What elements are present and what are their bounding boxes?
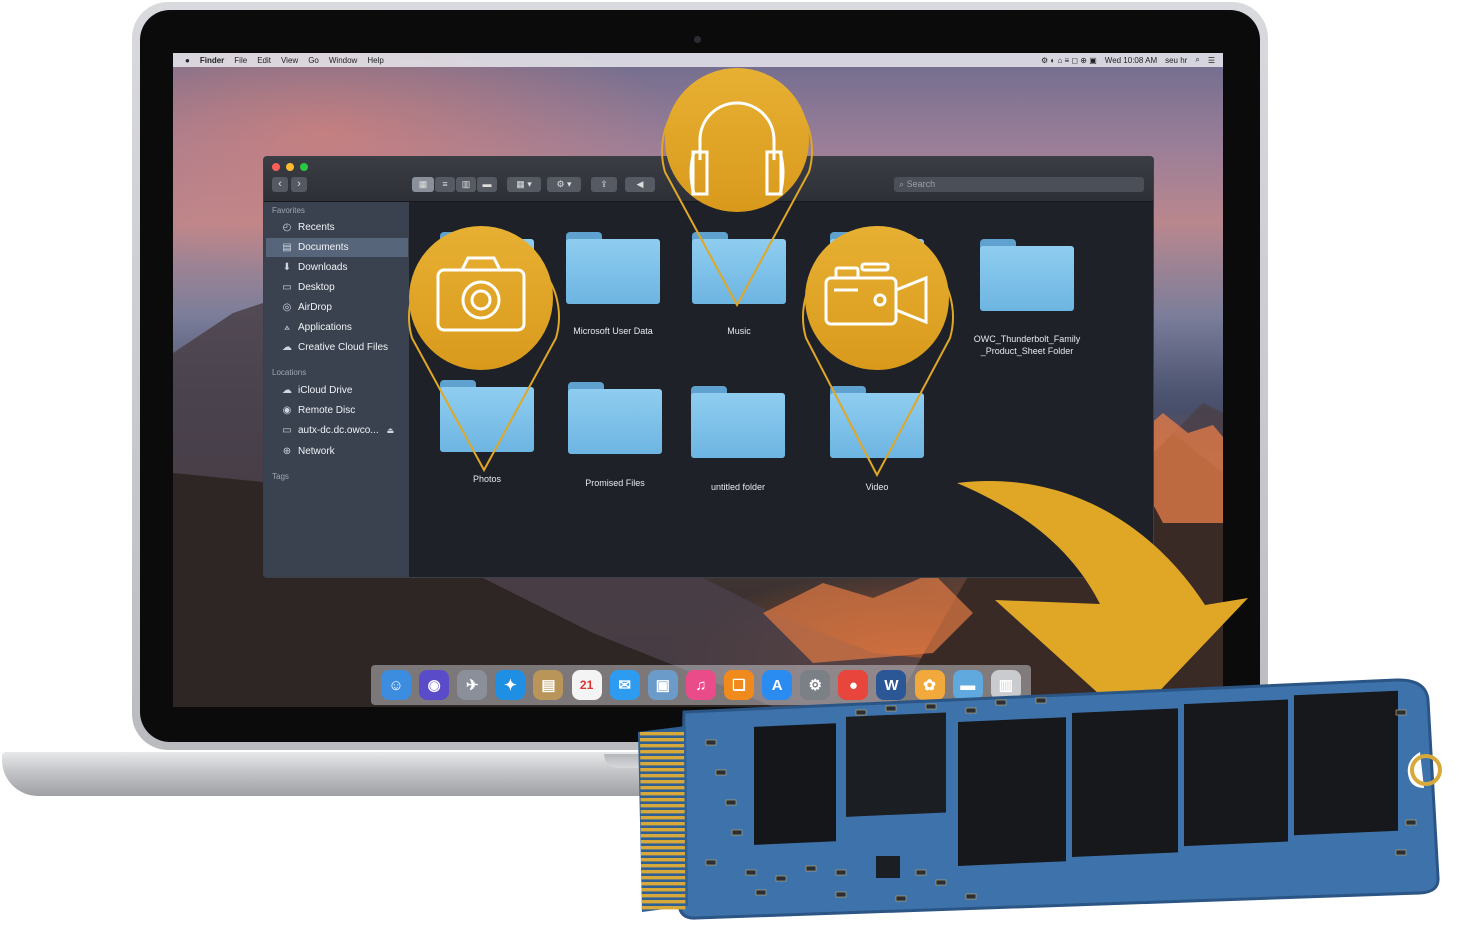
smd-component (731, 829, 743, 836)
contact-pin (641, 900, 686, 904)
flash-chip (958, 717, 1066, 866)
contact-pin (641, 894, 686, 898)
video-camera-pin (802, 226, 954, 478)
smd-component (705, 739, 717, 746)
contact-pin (641, 858, 686, 862)
smd-component (1395, 709, 1407, 716)
controller-chip (846, 712, 946, 817)
flash-chip (1072, 708, 1178, 857)
contact-pin (640, 828, 685, 832)
contact-pin (640, 732, 684, 736)
contact-pin (640, 750, 685, 754)
ssd-card (638, 678, 1442, 920)
contact-pin (641, 888, 686, 892)
smd-component (935, 879, 947, 886)
smd-component (895, 895, 907, 902)
smd-component (715, 769, 727, 776)
smd-component (965, 893, 977, 900)
contact-pin (640, 762, 685, 766)
flash-chip (1184, 699, 1288, 847)
smd-component (1405, 819, 1417, 826)
small-chip (876, 856, 900, 878)
smd-component (805, 865, 817, 872)
flash-chip (754, 723, 836, 845)
smd-component (835, 869, 847, 876)
smd-component (705, 859, 717, 866)
camera-pin (408, 226, 560, 473)
contact-pin (640, 816, 685, 820)
contact-pin (641, 882, 686, 886)
contact-pin (641, 906, 686, 910)
headphones-pin (661, 68, 813, 308)
contact-pin (640, 804, 685, 808)
smd-component (965, 707, 977, 714)
contact-pin (640, 780, 685, 784)
contact-pin (641, 852, 685, 856)
smd-component (835, 891, 847, 898)
smd-component (725, 799, 737, 806)
contact-pin (640, 834, 685, 838)
contact-pin (641, 876, 686, 880)
contact-pin (640, 810, 685, 814)
contact-pin (640, 822, 685, 826)
smd-component (775, 875, 787, 882)
smd-component (755, 889, 767, 896)
contact-pin (640, 738, 685, 742)
contact-pin (640, 840, 685, 844)
contact-pin (640, 774, 685, 778)
smd-component (995, 699, 1007, 706)
contact-pin (640, 846, 685, 850)
contact-pin (641, 870, 686, 874)
gold-contacts (638, 726, 688, 912)
smd-component (925, 703, 937, 710)
smd-component (855, 709, 867, 716)
smd-component (745, 869, 757, 876)
contact-pin (640, 768, 685, 772)
smd-component (1395, 849, 1407, 856)
contact-pin (640, 756, 685, 760)
smd-component (1035, 697, 1047, 704)
contact-pin (640, 786, 685, 790)
contact-pin (640, 792, 685, 796)
flash-chip (1294, 690, 1398, 836)
contact-pin (640, 798, 685, 802)
contact-pin (641, 864, 686, 868)
smd-component (915, 869, 927, 876)
smd-component (885, 705, 897, 712)
contact-pin (640, 744, 685, 748)
